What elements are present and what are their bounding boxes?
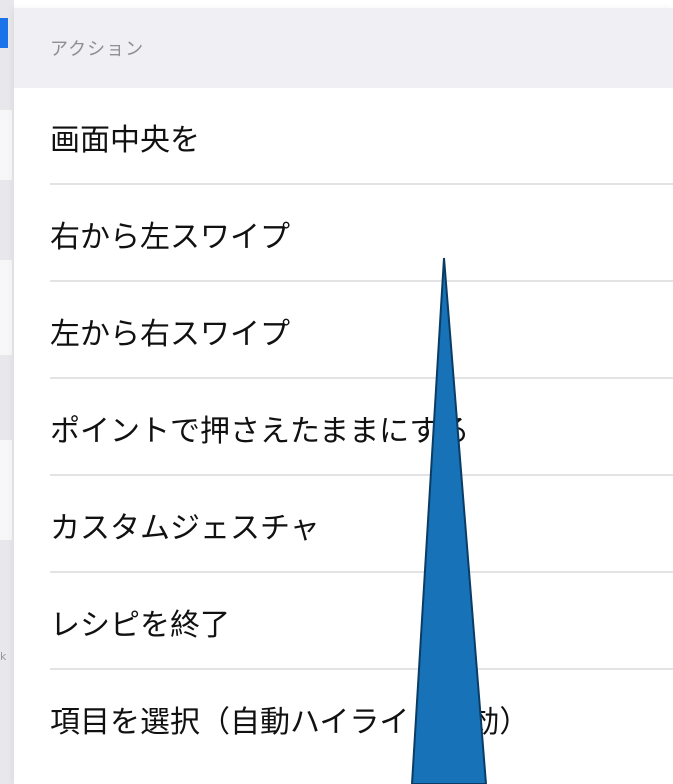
action-item-press-and-hold[interactable]: ポイントで押さえたままにする: [14, 379, 673, 476]
background-cell: [0, 260, 12, 355]
action-item-swipe-right-to-left[interactable]: 右から左スワイプ: [14, 185, 673, 282]
section-header-actions: アクション: [14, 8, 673, 88]
background-list-edge: k: [0, 0, 14, 784]
action-item-swipe-left-to-right[interactable]: 左から右スワイプ: [14, 282, 673, 379]
actions-popover: アクション 画面中央を 右から左スワイプ 左から右スワイプ ポイントで押さえたま…: [14, 8, 673, 784]
action-item-tap-center[interactable]: 画面中央を: [14, 88, 673, 185]
action-item-custom-gesture[interactable]: カスタムジェスチャ: [14, 476, 673, 573]
background-selection-edge: [0, 18, 8, 48]
background-cell: [0, 440, 12, 540]
action-item-select-item[interactable]: 項目を選択（自動ハイライト有効）: [14, 670, 673, 767]
background-cell: [0, 110, 12, 180]
action-item-exit-recipe[interactable]: レシピを終了: [14, 573, 673, 670]
background-text-fragment: k: [0, 650, 7, 663]
action-list: 画面中央を 右から左スワイプ 左から右スワイプ ポイントで押さえたままにする カ…: [14, 88, 673, 767]
